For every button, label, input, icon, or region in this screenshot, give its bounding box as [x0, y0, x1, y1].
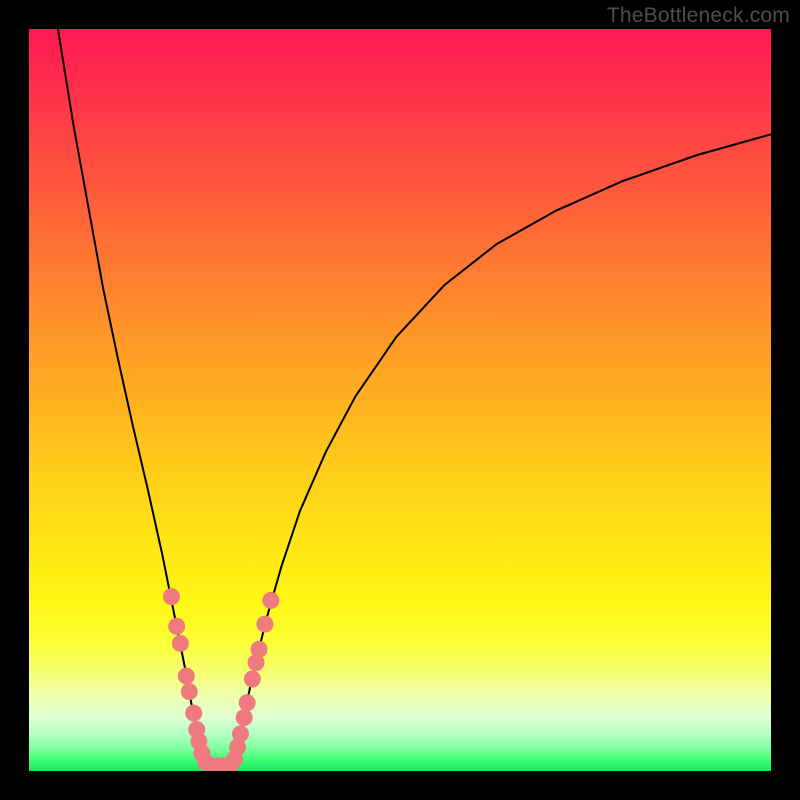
- marker-point: [232, 725, 249, 742]
- marker-group: [163, 588, 279, 771]
- marker-point: [251, 641, 268, 658]
- marker-point: [239, 694, 256, 711]
- marker-point: [185, 705, 202, 722]
- plot-area: [29, 29, 771, 771]
- marker-point: [262, 592, 279, 609]
- marker-point: [178, 668, 195, 685]
- marker-point: [168, 618, 185, 635]
- marker-point: [256, 616, 273, 633]
- markers-layer: [29, 29, 771, 771]
- marker-point: [163, 588, 180, 605]
- marker-point: [236, 709, 253, 726]
- marker-point: [181, 683, 198, 700]
- marker-point: [172, 635, 189, 652]
- chart-frame: TheBottleneck.com: [0, 0, 800, 800]
- marker-point: [244, 670, 261, 687]
- watermark-text: TheBottleneck.com: [607, 4, 790, 28]
